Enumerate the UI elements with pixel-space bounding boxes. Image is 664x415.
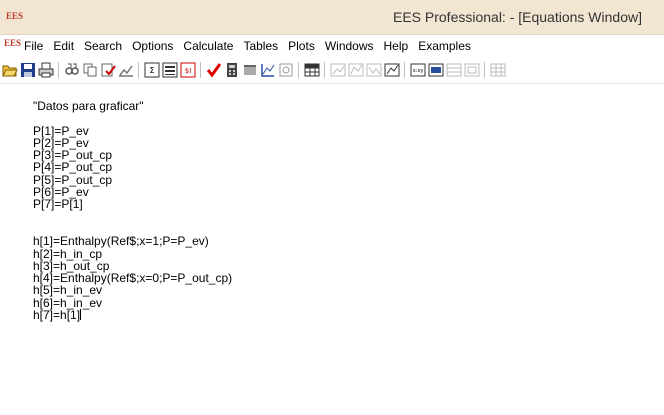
svg-text:x:xy: x:xy (413, 68, 424, 74)
equation-line[interactable] (33, 112, 232, 124)
equation-line[interactable]: h[2]=h_in_cp (33, 247, 232, 260)
title-bar: EES EES Professional: - [Equations Windo… (0, 0, 664, 35)
plot-window-icon[interactable] (330, 62, 346, 78)
menu-tables[interactable]: Tables (243, 39, 278, 53)
equation-line[interactable]: h[7]=h[1] (33, 309, 232, 321)
plot-window-3-icon[interactable] (366, 62, 382, 78)
equation-line[interactable]: P[4]=P_out_cp (33, 161, 232, 174)
window-title: EES Professional: - [Equations Window] (392, 9, 642, 25)
diagram-icon[interactable] (278, 62, 294, 78)
plot-icon[interactable] (260, 62, 276, 78)
menu-options[interactable]: Options (132, 39, 173, 53)
equations-text: "Datos para graficar" P[1]=P_ev P[2]=P_e… (33, 100, 232, 321)
xy-icon[interactable]: x:xy (410, 62, 426, 78)
menu-help[interactable]: Help (384, 39, 409, 53)
table-2-icon[interactable] (464, 62, 480, 78)
equations-editor[interactable]: "Datos para graficar" P[1]=P_ev P[2]=P_e… (0, 84, 664, 415)
svg-text:$I: $I (185, 67, 192, 75)
table-icon[interactable] (446, 62, 462, 78)
menu-windows[interactable]: Windows (325, 39, 374, 53)
lookup-table-icon[interactable] (304, 62, 320, 78)
equation-line[interactable]: h[5]=h_in_ev (33, 284, 232, 297)
toolbar: Σ $I x:xy (0, 57, 664, 84)
ees-menu-icon[interactable]: EES (4, 38, 21, 48)
svg-text:Σ: Σ (149, 66, 154, 75)
plot-window-2-icon[interactable] (348, 62, 364, 78)
text-caret (80, 309, 82, 321)
copy-icon[interactable] (82, 62, 98, 78)
open-icon[interactable] (2, 62, 18, 78)
menu-calculate[interactable]: Calculate (183, 39, 233, 53)
chart-icon[interactable] (118, 62, 134, 78)
equation-line-text[interactable]: h[7]=h[1] (33, 308, 80, 322)
equation-line[interactable]: h[1]=Enthalpy(Ref$;x=1;P=P_ev) (33, 235, 232, 248)
equation-line[interactable] (33, 211, 232, 223)
menu-search[interactable]: Search (84, 39, 122, 53)
menu-plots[interactable]: Plots (288, 39, 315, 53)
equation-line[interactable]: "Datos para graficar" (33, 100, 232, 113)
menu-file[interactable]: File (24, 39, 43, 53)
xy-2-icon[interactable] (428, 62, 444, 78)
calculator-icon[interactable] (224, 62, 240, 78)
arrays-icon[interactable]: $I (180, 62, 196, 78)
menu-edit[interactable]: Edit (53, 39, 74, 53)
print-icon[interactable] (38, 62, 54, 78)
solution-icon[interactable] (162, 62, 178, 78)
menu-bar: EES File Edit Search Options Calculate T… (0, 35, 664, 56)
menu-items: File Edit Search Options Calculate Table… (24, 39, 481, 53)
solve-check-icon[interactable] (206, 62, 222, 78)
find-icon[interactable] (64, 62, 80, 78)
equation-line[interactable]: P[7]=P[1] (33, 198, 232, 211)
check-icon[interactable] (100, 62, 116, 78)
plot-window-4-icon[interactable] (384, 62, 400, 78)
grid-icon[interactable] (490, 62, 506, 78)
parametric-table-icon[interactable] (242, 62, 258, 78)
save-icon[interactable] (20, 62, 36, 78)
formatted-equations-icon[interactable]: Σ (144, 62, 160, 78)
menu-examples[interactable]: Examples (418, 39, 471, 53)
